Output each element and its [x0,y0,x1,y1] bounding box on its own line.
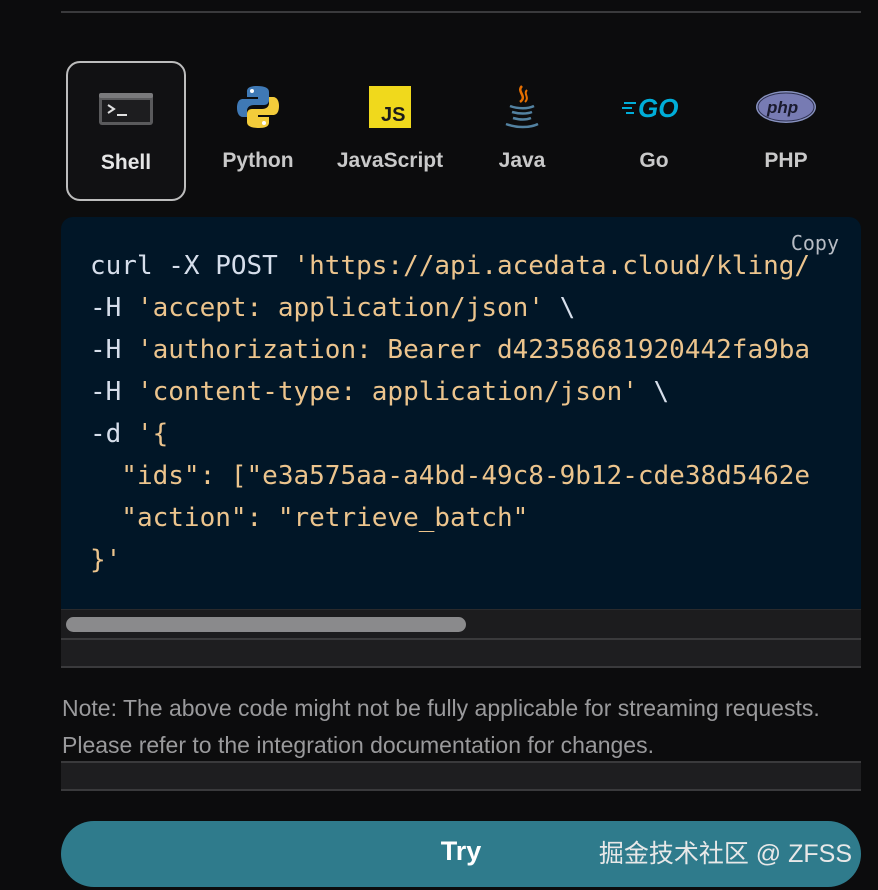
code-token: \ [543,293,576,323]
scrollbar-thumb[interactable] [66,617,466,632]
code-token: -H [90,377,137,407]
tab-php[interactable]: php PHP [726,61,846,201]
code-token: -H [90,335,137,365]
tab-java[interactable]: Java [462,61,582,201]
code-token: "ids": ["e3a575aa-a4bd-49c8-9b12-cde38d5… [90,461,811,491]
tab-label: Go [639,149,669,172]
tab-label: JavaScript [336,149,444,172]
divider-strip [61,761,861,791]
top-divider [61,11,861,13]
code-line: curl -X POST 'https://api.acedata.cloud/… [90,251,810,281]
code-token: "action": "retrieve_batch" [90,503,529,533]
tab-label: PHP [764,149,808,172]
terminal-icon [68,85,184,133]
tab-python[interactable]: Python [198,61,318,201]
tab-label: Python [222,149,294,172]
tab-go[interactable]: GO Go [594,61,714,201]
svg-text:GO: GO [638,93,678,121]
tab-shell[interactable]: Shell [66,61,186,201]
watermark: 掘金技术社区 @ ZFSS [598,840,852,868]
code-line: -d '{ [90,419,168,449]
streaming-note: Note: The above code might not be fully … [62,695,820,758]
language-tabs: Shell Python JS JavaScript Java GO Go ph… [66,61,866,201]
code-token: '{ [136,419,169,449]
code-line: "action": "retrieve_batch" [90,503,528,533]
code-token: 'authorization: Bearer d42358681920442fa… [136,335,811,365]
code-line: -H 'authorization: Bearer d4235868192044… [90,335,810,365]
javascript-logo-icon: JS [330,83,450,131]
code-line: "ids": ["e3a575aa-a4bd-49c8-9b12-cde38d5… [90,461,810,491]
svg-text:php: php [766,98,798,117]
code-line: -H 'accept: application/json' \ [90,293,575,323]
code-token: -d [90,419,137,449]
go-logo-icon: GO [594,83,714,131]
python-logo-icon [198,83,318,131]
horizontal-scrollbar[interactable] [61,609,861,639]
svg-text:JS: JS [381,104,405,126]
code-token: curl -X POST [90,251,294,281]
java-logo-icon [462,83,582,131]
code-token: 'content-type: application/json' [136,377,638,407]
tab-label: Java [498,149,546,172]
code-block: Copy curl -X POST 'https://api.acedata.c… [61,217,861,609]
code-line: }' [90,545,121,575]
php-logo-icon: php [726,83,846,131]
code-token: }' [90,545,122,575]
tab-label: Shell [100,151,152,174]
code-line: -H 'content-type: application/json' \ [90,377,669,407]
code-text: curl -X POST 'https://api.acedata.cloud/… [90,245,810,581]
code-token: 'accept: application/json' [136,293,544,323]
code-token: \ [637,377,670,407]
tab-javascript[interactable]: JS JavaScript [330,61,450,201]
code-token: -H [90,293,137,323]
divider-strip [61,638,861,668]
code-token: 'https://api.acedata.cloud/kling/ [293,251,811,281]
